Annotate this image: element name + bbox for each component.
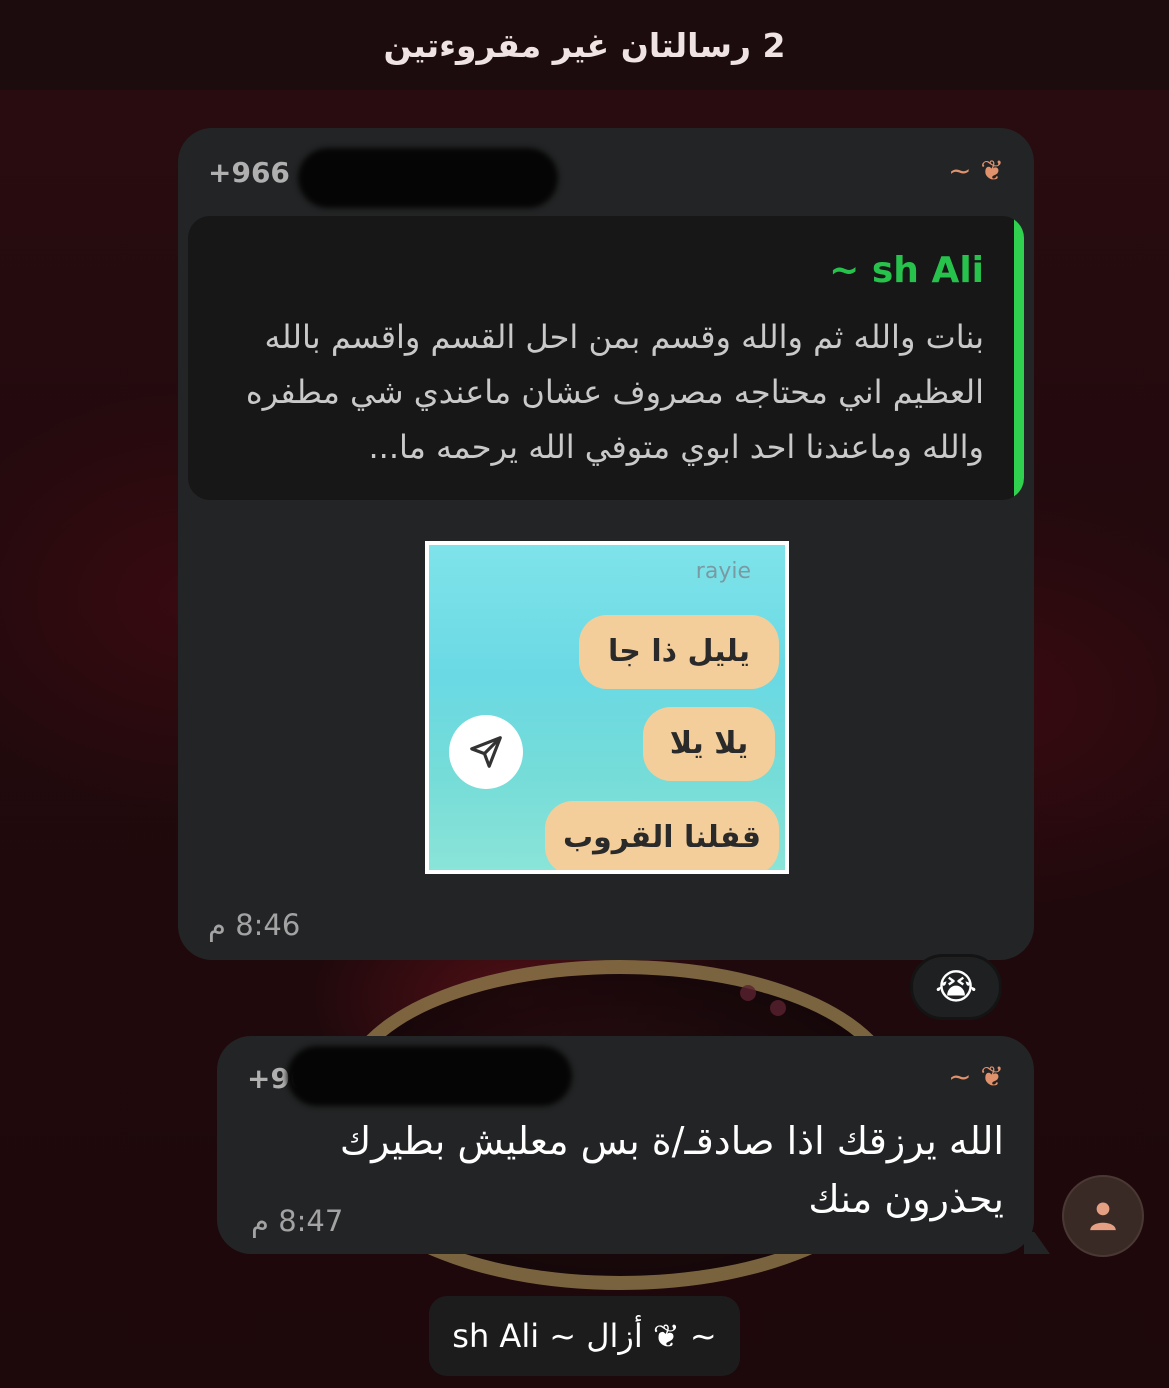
quoted-message[interactable]: ~ sh Ali بنات والله ثم والله وقسم بمن اح… [188,216,1024,500]
sender-phone[interactable]: +966 [208,156,290,189]
system-message: ~ ❦ أزال ~ sh Ali [429,1296,740,1376]
send-icon [449,715,523,789]
unread-count-label: 2 رسالتان غير مقروءتين [383,25,786,65]
sender-avatar[interactable] [1062,1175,1144,1257]
image-watermark-label: rayie [695,559,751,584]
crying-face-emoji: 😭 [934,966,978,1008]
quoted-text: بنات والله ثم والله وقسم بمن احل القسم و… [245,318,984,466]
image-content: rayie يليل ذا جا يلا يلا قفلنا القروب [429,545,785,870]
quote-accent-bar [1014,216,1024,500]
message-bubble[interactable]: +966 ~ ❦ ~ sh Ali بنات والله ثم والله وق… [178,128,1034,960]
wallpaper-rose [770,1000,786,1016]
redaction-mark [287,1046,572,1106]
message-time: 8:47 م [251,1204,344,1238]
wallpaper-rose [740,985,756,1001]
sender-name[interactable]: ~ ❦ [948,1060,1004,1093]
image-chat-pill: قفلنا القروب [545,801,779,870]
redaction-mark [298,148,558,208]
system-message-text: ~ ❦ أزال ~ sh Ali [452,1317,717,1355]
reaction-badge[interactable]: 😭 [910,954,1002,1020]
quoted-sender-name: ~ sh Ali [829,250,984,291]
message-time: 8:46 م [208,908,301,942]
image-chat-pill: يلا يلا [643,707,775,781]
person-icon [1090,1202,1116,1231]
message-bubble[interactable]: +96 ~ ❦ الله يرزقك اذا صادقـ/ة بس معليش … [217,1036,1050,1254]
message-text: الله يرزقك اذا صادقـ/ة بس معليش بطيرك يح… [339,1119,1004,1221]
image-chat-pill: يليل ذا جا [579,615,779,689]
image-attachment[interactable]: rayie يليل ذا جا يلا يلا قفلنا القروب [425,541,789,874]
unread-banner: 2 رسالتان غير مقروءتين [0,0,1169,90]
sender-name[interactable]: ~ ❦ [948,154,1004,187]
